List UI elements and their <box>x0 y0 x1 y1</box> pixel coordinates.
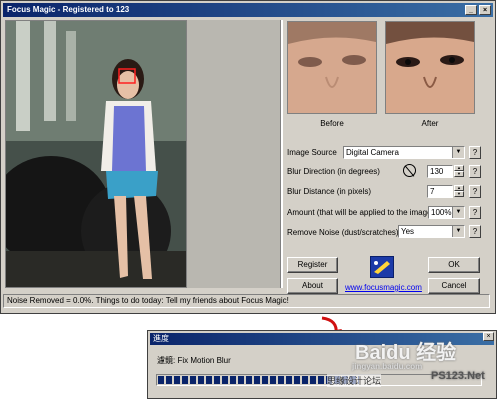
forum-watermark: 思缘设计论坛 <box>327 374 382 387</box>
progress-dialog-title: 進度 <box>153 334 169 343</box>
photo-canvas-area <box>187 20 281 288</box>
remove-noise-select[interactable]: Yes ▼ <box>398 225 465 238</box>
chevron-down-icon[interactable]: ▼ <box>452 226 464 237</box>
focus-magic-logo-icon <box>370 256 394 278</box>
window-titlebar[interactable]: Focus Magic - Registered to 123 _ × <box>3 3 493 17</box>
amount-label: Amount (that will be applied to the imag… <box>287 208 435 217</box>
after-preview <box>385 21 475 114</box>
remove-noise-help-button[interactable]: ? <box>469 225 481 238</box>
amount-select[interactable]: 100% ▼ <box>428 206 465 219</box>
minimize-button[interactable]: _ <box>465 5 477 15</box>
blur-direction-label: Blur Direction (in degrees) <box>287 167 380 176</box>
status-bar: Noise Removed = 0.0%. Things to do today… <box>3 294 490 308</box>
blur-distance-help-button[interactable]: ? <box>469 185 481 198</box>
baidu-watermark: Baidu 经验 <box>355 342 457 364</box>
close-button[interactable]: × <box>479 5 491 15</box>
cancel-button[interactable]: Cancel <box>428 278 480 294</box>
blur-distance-field[interactable]: 7 <box>427 185 453 198</box>
image-source-help-button[interactable]: ? <box>469 146 481 159</box>
remove-noise-value: Yes <box>401 227 415 236</box>
image-source-value: Digital Camera <box>346 148 399 157</box>
progress-close-button[interactable]: × <box>483 332 494 341</box>
ps123-watermark: PS123.Net <box>431 370 485 382</box>
website-link[interactable]: www.focusmagic.com <box>345 283 422 292</box>
source-photo[interactable] <box>5 20 187 288</box>
amount-help-button[interactable]: ? <box>469 206 481 219</box>
blur-direction-help-button[interactable]: ? <box>469 165 481 178</box>
jingyan-watermark: jingyan.baidu.com <box>352 362 423 371</box>
register-button[interactable]: Register <box>287 257 338 273</box>
chevron-down-icon[interactable]: ▼ <box>452 207 464 218</box>
after-label: After <box>421 119 439 128</box>
image-source-select[interactable]: Digital Camera ▼ <box>343 146 465 159</box>
before-preview <box>287 21 377 114</box>
remove-noise-label: Remove Noise (dust/scratches) <box>287 228 399 237</box>
chevron-down-icon[interactable]: ▼ <box>452 147 464 158</box>
panel-divider <box>281 20 283 288</box>
photo-image <box>6 21 186 287</box>
blur-distance-label: Blur Distance (in pixels) <box>287 187 372 196</box>
blur-distance-spinner[interactable]: ▲ ▼ <box>454 185 464 198</box>
ok-button[interactable]: OK <box>428 257 480 273</box>
progress-filter-text: 濾鏡: Fix Motion Blur <box>157 356 231 365</box>
amount-value: 100% <box>431 208 452 217</box>
blur-direction-field[interactable]: 130 <box>427 165 453 178</box>
direction-dial-icon[interactable] <box>403 164 416 177</box>
before-label: Before <box>320 119 344 128</box>
window-title: Focus Magic - Registered to 123 <box>7 5 130 14</box>
about-button[interactable]: About <box>287 278 338 294</box>
image-source-label: Image Source <box>287 148 337 157</box>
blur-direction-spinner[interactable]: ▲ ▼ <box>454 165 464 178</box>
